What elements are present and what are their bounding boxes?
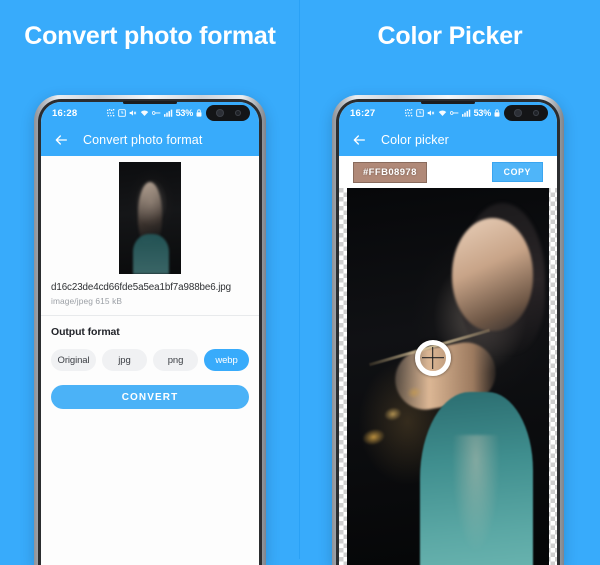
color-result-bar: #FFB08978 COPY bbox=[339, 156, 557, 188]
convert-button[interactable]: CONVERT bbox=[51, 385, 249, 409]
hex-color-swatch[interactable]: #FFB08978 bbox=[353, 161, 427, 183]
thumbnail-container bbox=[41, 156, 259, 282]
camera-lens-secondary-icon bbox=[532, 110, 539, 116]
front-camera-punchhole bbox=[206, 105, 250, 121]
panel-title-convert: Convert photo format bbox=[24, 22, 276, 50]
signal-icon bbox=[461, 109, 471, 117]
panel-convert-photo-format: Convert photo format 16:28 53% Convert p… bbox=[0, 0, 301, 565]
battery-percent-label: 53% bbox=[473, 108, 492, 118]
file-meta-label: image/jpeg 615 kB bbox=[51, 296, 123, 306]
phone-screen-right: 16:27 53% Color picker #FFB08978 COPY bbox=[339, 102, 557, 565]
bluetooth-transfer-icon bbox=[106, 109, 115, 117]
app-bar-left: Convert photo format bbox=[41, 124, 259, 156]
phone-screen-left: 16:28 53% Convert photo format d16c23de4… bbox=[41, 102, 259, 565]
camera-lens-main-icon bbox=[513, 109, 522, 117]
format-chip-png[interactable]: png bbox=[153, 349, 198, 371]
format-chip-jpg[interactable]: jpg bbox=[102, 349, 147, 371]
camera-lens-secondary-icon bbox=[234, 110, 241, 116]
color-picker-body: #FFB08978 COPY bbox=[339, 156, 557, 565]
wifi-icon bbox=[140, 109, 149, 117]
wifi-icon bbox=[438, 109, 447, 117]
back-arrow-icon[interactable] bbox=[351, 132, 367, 148]
earpiece-speaker-icon bbox=[421, 101, 475, 104]
lock-icon bbox=[196, 109, 202, 117]
vpn-icon bbox=[449, 109, 459, 117]
file-info-block: d16c23de4cd66fde5a5ea1bf7a988be6.jpg ima… bbox=[41, 282, 259, 306]
format-chip-original[interactable]: Original bbox=[51, 349, 96, 371]
output-format-label: Output format bbox=[51, 326, 120, 338]
alarm-icon bbox=[415, 109, 424, 117]
status-bar-left: 16:28 53% bbox=[41, 102, 259, 124]
panel-color-picker: Color Picker 16:27 53% Color picker #FFB… bbox=[300, 0, 600, 565]
phone-mockup-left: 16:28 53% Convert photo format d16c23de4… bbox=[34, 95, 266, 565]
alarm-icon bbox=[117, 109, 126, 117]
photo-dress-region bbox=[419, 391, 533, 565]
output-format-chip-group: Original jpg png webp bbox=[41, 338, 259, 371]
violin-player-photo[interactable] bbox=[347, 188, 549, 565]
earpiece-speaker-icon bbox=[123, 101, 177, 104]
app-bar-right: Color picker bbox=[339, 124, 557, 156]
photo-face-region bbox=[452, 218, 533, 332]
phone-mockup-right: 16:27 53% Color picker #FFB08978 COPY bbox=[332, 95, 564, 565]
status-time: 16:27 bbox=[350, 107, 376, 119]
photo-canvas-area[interactable] bbox=[339, 188, 557, 565]
lock-icon bbox=[494, 109, 500, 117]
back-arrow-icon[interactable] bbox=[53, 132, 69, 148]
signal-icon bbox=[163, 109, 173, 117]
app-bar-title: Convert photo format bbox=[83, 133, 203, 147]
file-name-label: d16c23de4cd66fde5a5ea1bf7a988be6.jpg bbox=[51, 282, 231, 293]
copy-button[interactable]: COPY bbox=[491, 162, 543, 182]
battery-percent-label: 53% bbox=[175, 108, 194, 118]
mute-icon bbox=[129, 109, 137, 117]
color-picker-magnifier[interactable] bbox=[414, 339, 451, 376]
phone-bezel-left: 16:28 53% Convert photo format d16c23de4… bbox=[38, 99, 262, 565]
camera-lens-main-icon bbox=[215, 109, 224, 117]
status-time: 16:28 bbox=[52, 107, 78, 119]
convert-screen-body: d16c23de4cd66fde5a5ea1bf7a988be6.jpg ima… bbox=[41, 156, 259, 565]
vpn-icon bbox=[151, 109, 161, 117]
panel-title-color-picker: Color Picker bbox=[377, 22, 523, 50]
format-chip-webp[interactable]: webp bbox=[204, 349, 249, 371]
app-bar-title: Color picker bbox=[381, 133, 449, 147]
app-store-screenshot-pair: Convert photo format 16:28 53% Convert p… bbox=[0, 0, 600, 565]
bluetooth-transfer-icon bbox=[404, 109, 413, 117]
front-camera-punchhole bbox=[504, 105, 548, 121]
status-bar-right: 16:27 53% bbox=[339, 102, 557, 124]
phone-bezel-right: 16:27 53% Color picker #FFB08978 COPY bbox=[336, 99, 560, 565]
mute-icon bbox=[427, 109, 435, 117]
magnifier-crosshair-vertical-icon bbox=[431, 346, 434, 369]
photo-thumbnail[interactable] bbox=[119, 162, 181, 274]
